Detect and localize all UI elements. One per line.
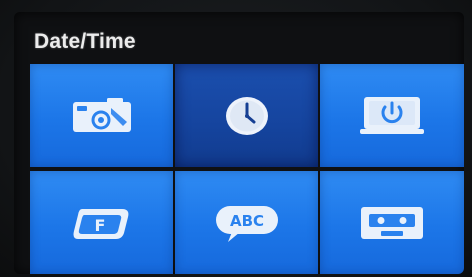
menu-tile-camera[interactable] bbox=[30, 64, 173, 167]
page-title: Date/Time bbox=[34, 30, 136, 53]
abc-speech-bubble-icon: ABC bbox=[215, 205, 278, 242]
svg-text:F: F bbox=[94, 216, 105, 235]
clock-icon bbox=[225, 96, 268, 135]
menu-tile-power[interactable] bbox=[320, 64, 464, 167]
menu-tile-tape[interactable] bbox=[320, 171, 464, 274]
menu-grid: F ABC bbox=[30, 64, 464, 274]
menu-tile-date-time[interactable] bbox=[175, 64, 318, 167]
folder-f-icon: F bbox=[73, 208, 128, 239]
cassette-tape-icon bbox=[361, 206, 423, 239]
camera-bezel: Date/Time F ABC bbox=[0, 0, 472, 277]
abc-label: ABC bbox=[229, 212, 263, 230]
lcd-screen: Date/Time F ABC bbox=[14, 12, 464, 274]
monitor-power-icon bbox=[360, 96, 424, 134]
menu-tile-language[interactable]: ABC bbox=[175, 171, 318, 274]
menu-tile-format[interactable]: F bbox=[30, 171, 173, 274]
camera-icon bbox=[72, 97, 131, 132]
